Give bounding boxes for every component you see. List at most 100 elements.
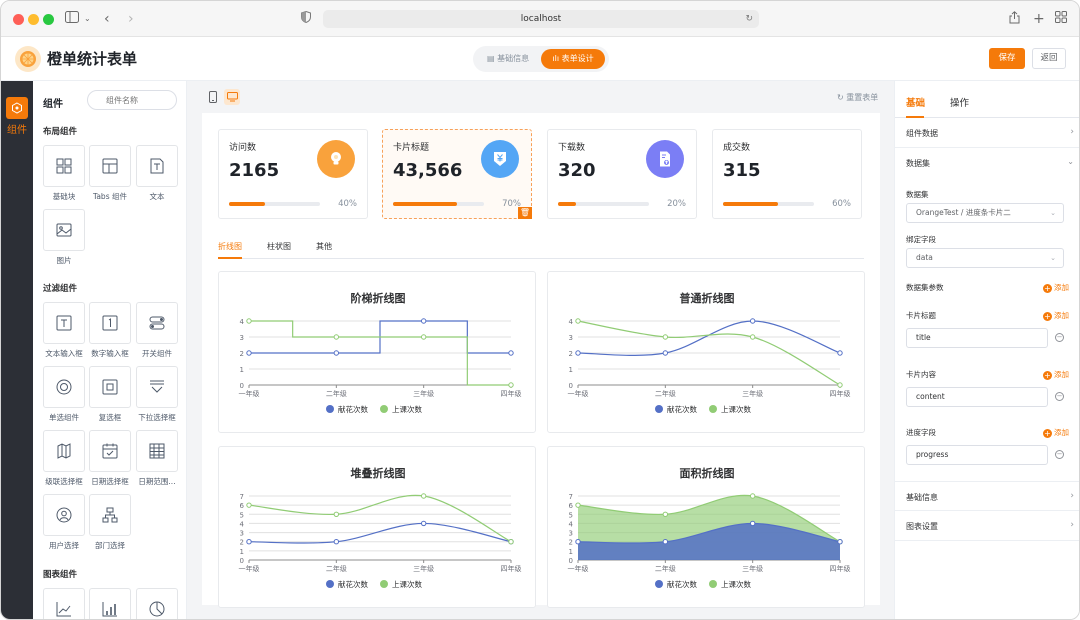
y-tick-label: 3	[240, 334, 244, 342]
y-tick-label: 1	[240, 366, 244, 374]
share-icon[interactable]	[1009, 11, 1020, 28]
remove-field-icon[interactable]: −	[1055, 450, 1064, 459]
component-tabs[interactable]	[89, 145, 131, 187]
bind-field-select[interactable]: data ⌄	[906, 248, 1064, 268]
chart-widget[interactable]: 普通折线图 0 1 2 3 4 一年级 二年级 三年级 四年级 献花次数 上课次数	[547, 271, 865, 433]
component-text[interactable]	[136, 145, 178, 187]
component-chart-1[interactable]	[89, 588, 131, 619]
file-upload-icon	[646, 140, 684, 178]
tab-form-design[interactable]: ılı 表单设计	[541, 49, 605, 69]
component-chart-2[interactable]	[136, 588, 178, 619]
y-tick-label: 6	[240, 502, 245, 510]
refresh-icon: ↻	[837, 93, 847, 102]
add-param-button[interactable]: + 添加	[1043, 282, 1069, 293]
card-value: 315	[723, 160, 761, 181]
delete-card-button[interactable]: 🗑	[518, 207, 532, 219]
card-progress-bar	[558, 202, 649, 206]
component-date-range[interactable]	[136, 430, 178, 472]
yen-download-icon	[481, 140, 519, 178]
data-point	[575, 539, 581, 545]
app-header: 橙单统计表单 ▤ 基础信息 ılı 表单设计 保存 返回	[1, 37, 1079, 81]
component-user-select[interactable]	[43, 494, 85, 536]
data-point	[575, 502, 581, 508]
card-progress-fill	[229, 202, 266, 206]
component-label: 基础块	[52, 192, 76, 201]
reset-form-button[interactable]: ↻ 重置表单	[837, 92, 878, 103]
text-input-icon	[56, 315, 72, 331]
component-number-input[interactable]	[89, 302, 131, 344]
sidebar-toggle-icon[interactable]	[65, 11, 79, 27]
mobile-view-button[interactable]	[205, 89, 221, 105]
comp-data-label: 组件数据	[906, 129, 938, 138]
component-dropdown[interactable]	[136, 366, 178, 408]
chart-widget[interactable]: 堆叠折线图 0 1 2 3 4 5 6 7 一年级 二年级 三年级 四年级 献花次数 上课次数	[218, 446, 536, 608]
stat-card[interactable]: 下载数 320 20%	[547, 129, 697, 219]
remove-field-icon[interactable]: −	[1055, 392, 1064, 401]
back-button[interactable]: 返回	[1032, 48, 1066, 69]
component-dept-select[interactable]	[89, 494, 131, 536]
component-date-picker[interactable]	[89, 430, 131, 472]
tab-props-basic[interactable]: 基础	[906, 95, 925, 109]
field-input[interactable]: title	[906, 328, 1048, 348]
stat-card[interactable]: 成交数 315 60%	[712, 129, 862, 219]
component-image[interactable]	[43, 209, 85, 251]
basic-info-row[interactable]: 基础信息 ›	[895, 481, 1079, 511]
add-field-button[interactable]: + 添加	[1043, 427, 1069, 438]
chevron-down-icon[interactable]: ⌄	[84, 11, 91, 27]
close-window-button[interactable]	[13, 14, 24, 25]
component-search-input[interactable]	[87, 90, 177, 110]
add-field-button[interactable]: + 添加	[1043, 310, 1069, 321]
legend-marker	[380, 405, 388, 413]
new-tab-icon[interactable]: +	[1033, 11, 1045, 27]
component-base-block[interactable]	[43, 145, 85, 187]
card-title: 下载数	[558, 143, 586, 153]
chart-widget[interactable]: 面积折线图 0 1 2 3 4 5 6 7 一年级 二年级 三年级 四年级 献花次数 上课次数	[547, 446, 865, 608]
component-radio[interactable]	[43, 366, 85, 408]
desktop-view-button[interactable]	[224, 89, 240, 105]
chart-settings-row[interactable]: 图表设置 ›	[895, 511, 1079, 541]
remove-field-icon[interactable]: −	[1055, 333, 1064, 342]
field-input[interactable]: content	[906, 387, 1048, 407]
component-switch[interactable]	[136, 302, 178, 344]
component-panel: 组件 ⌕ 布局组件基础块Tabs 组件文本图片过滤组件文本输入框数字输入框开关组…	[33, 81, 187, 619]
tab-basic-info[interactable]: ▤ 基础信息	[479, 49, 537, 69]
date-picker-icon	[102, 443, 118, 459]
text-icon	[150, 158, 164, 174]
tab-line-chart[interactable]: 折线图	[218, 241, 242, 252]
tab-overview-icon[interactable]	[1055, 11, 1067, 27]
dataset-section-row[interactable]: 数据集 ⌄	[895, 148, 1079, 178]
chart-widget[interactable]: 阶梯折线图 0 1 2 3 4 一年级 二年级 三年级 四年级 献花次数 上课次数	[218, 271, 536, 433]
address-bar[interactable]: localhost ↻	[323, 10, 759, 28]
component-label: 级联选择框	[45, 477, 83, 486]
component-text-input[interactable]	[43, 302, 85, 344]
tab-other-chart[interactable]: 其他	[316, 241, 332, 252]
dataset-select[interactable]: OrangeTest / 进度条卡片二 ⌄	[906, 203, 1064, 223]
tab-bar-chart[interactable]: 柱状图	[267, 241, 291, 252]
forward-arrow-icon[interactable]: ›	[128, 11, 134, 27]
legend-marker	[709, 580, 717, 588]
plus-circle-icon: +	[1043, 429, 1052, 438]
chart-title: 阶梯折线图	[351, 291, 406, 305]
stat-card[interactable]: 卡片标题 43,566 70% 🗑	[382, 129, 532, 219]
add-field-button[interactable]: + 添加	[1043, 369, 1069, 380]
shield-icon	[301, 10, 311, 27]
zoom-window-button[interactable]	[43, 14, 54, 25]
rail-components-button[interactable]	[6, 97, 28, 119]
comp-data-row[interactable]: 组件数据 ›	[895, 118, 1079, 148]
series-line	[248, 522, 512, 544]
save-button[interactable]: 保存	[989, 48, 1025, 69]
component-checkbox[interactable]	[89, 366, 131, 408]
field-input[interactable]: progress	[906, 445, 1048, 465]
data-point	[662, 350, 669, 356]
y-tick-label: 4	[240, 318, 245, 326]
minimize-window-button[interactable]	[28, 14, 39, 25]
y-tick-label: 1	[240, 548, 244, 556]
legend-marker	[326, 405, 334, 413]
reload-icon[interactable]: ↻	[745, 10, 753, 28]
back-arrow-icon[interactable]: ‹	[104, 11, 110, 27]
component-cascader[interactable]	[43, 430, 85, 472]
component-chart-0[interactable]	[43, 588, 85, 619]
checkbox-icon	[102, 379, 118, 395]
tab-props-actions[interactable]: 操作	[950, 95, 969, 109]
stat-card[interactable]: 访问数 2165 40%	[218, 129, 368, 219]
